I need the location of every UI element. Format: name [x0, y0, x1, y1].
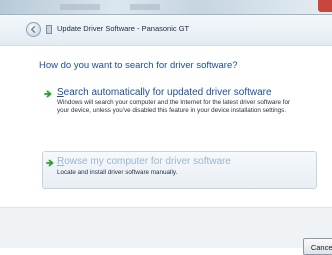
accelerator-key: S: [57, 87, 64, 98]
cancel-button[interactable]: Cancel: [303, 238, 332, 255]
back-arrow-icon: [30, 25, 36, 34]
back-button[interactable]: [26, 22, 41, 37]
dialog-footer: [0, 207, 332, 248]
search-automatically-link[interactable]: Search automatically for updated driver …: [57, 86, 272, 99]
browse-computer-description: Locate and install driver software manua…: [57, 169, 178, 176]
titlebar: Update Driver Software - Panasonic GT: [0, 15, 332, 46]
update-driver-dialog: Update Driver Software - Panasonic GT Ho…: [0, 14, 332, 248]
device-icon: [46, 25, 52, 34]
window-title: Update Driver Software - Panasonic GT: [57, 24, 190, 33]
background-close-icon: [318, 0, 332, 12]
option-title-text: owse my computer for driver software: [64, 156, 231, 167]
option-title-text: earch automatically for updated driver s…: [63, 87, 272, 98]
green-arrow-icon: [43, 89, 53, 99]
background-blur: [60, 4, 100, 10]
search-automatically-description: Windows will search your computer and th…: [57, 99, 291, 114]
green-arrow-icon: [45, 158, 55, 168]
browse-computer-link[interactable]: Rowse my computer for driver software: [57, 155, 231, 168]
dialog-heading: How do you want to search for driver sof…: [39, 60, 238, 71]
background-blur: [130, 4, 160, 10]
